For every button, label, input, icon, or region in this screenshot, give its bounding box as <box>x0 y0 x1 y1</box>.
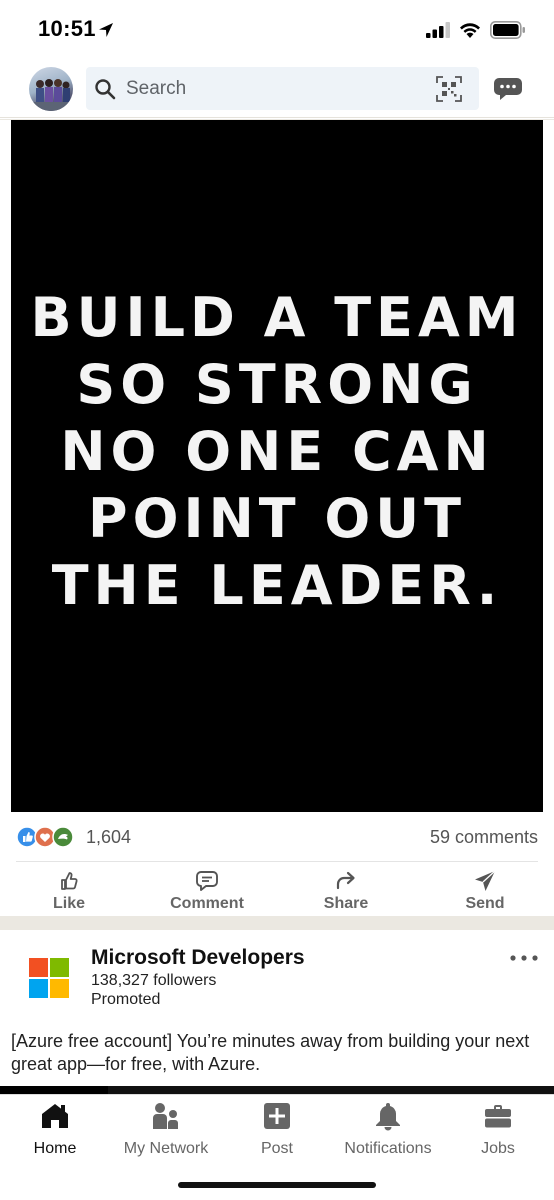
love-reaction-icon <box>34 826 56 848</box>
qr-code-icon[interactable] <box>436 76 462 102</box>
quote-line: SO STRONG <box>76 353 478 416</box>
home-indicator[interactable] <box>178 1182 376 1188</box>
logo-square-green <box>50 958 69 977</box>
comments-count[interactable]: 59 comments <box>430 827 538 848</box>
status-time: 10:51 <box>38 16 96 41</box>
logo-square-red <box>29 958 48 977</box>
messaging-icon[interactable] <box>493 76 523 102</box>
battery-icon <box>490 21 525 39</box>
promoted-label: Promoted <box>91 991 161 1008</box>
jobs-briefcase-icon <box>485 1105 511 1128</box>
post-image[interactable]: BUILD A TEAM SO STRONG NO ONE CAN POINT … <box>11 120 543 812</box>
company-name[interactable]: Microsoft Developers <box>91 946 305 970</box>
nav-notifications[interactable]: Notifications <box>333 1101 443 1161</box>
quote-line: POINT OUT <box>88 487 466 550</box>
support-reaction-icon <box>52 826 74 848</box>
ad-card: Microsoft Developers 138,327 followers P… <box>0 930 554 1094</box>
avatar[interactable] <box>29 67 73 111</box>
share-label: Share <box>323 895 369 912</box>
like-label: Like <box>52 895 85 912</box>
nav-my-network-label: My Network <box>123 1140 209 1157</box>
my-network-icon <box>153 1103 178 1129</box>
app-bar: Search <box>0 60 554 118</box>
logo-square-blue <box>29 979 48 998</box>
quote-text: BUILD A TEAM SO STRONG NO ONE CAN POINT … <box>11 284 543 619</box>
search-icon <box>95 79 116 100</box>
logo-square-yellow <box>50 979 69 998</box>
share-button[interactable]: Share <box>291 868 401 916</box>
status-bar: 10:51 <box>0 0 554 60</box>
nav-home[interactable]: Home <box>0 1101 110 1161</box>
location-arrow-icon <box>99 23 113 37</box>
social-counts: 1,604 59 comments <box>16 823 538 853</box>
nav-my-network[interactable]: My Network <box>111 1101 221 1161</box>
reaction-count[interactable]: 1,604 <box>86 827 131 848</box>
post-icon <box>264 1103 290 1129</box>
nav-post-label: Post <box>260 1140 293 1157</box>
wifi-icon <box>460 23 480 38</box>
nav-notifications-label: Notifications <box>344 1140 432 1157</box>
send-label: Send <box>465 895 505 912</box>
nav-jobs[interactable]: Jobs <box>443 1101 553 1161</box>
profile-photo <box>29 79 73 111</box>
cellular-signal-icon <box>426 22 450 38</box>
home-icon <box>42 1104 68 1128</box>
share-icon <box>336 871 355 890</box>
quote-line: THE LEADER. <box>51 554 503 617</box>
comment-icon <box>196 871 218 891</box>
quote-line: NO ONE CAN <box>60 420 494 483</box>
nav-home-label: Home <box>33 1140 77 1157</box>
post-actions: Like Comment Share Send <box>0 868 554 916</box>
quote-line: BUILD A TEAM <box>30 286 524 349</box>
comment-label: Comment <box>170 895 244 912</box>
send-button[interactable]: Send <box>430 868 540 916</box>
reaction-icons[interactable] <box>16 826 82 848</box>
send-icon <box>475 870 496 891</box>
comment-button[interactable]: Comment <box>152 868 262 916</box>
divider <box>16 861 538 862</box>
nav-jobs-label: Jobs <box>481 1140 515 1157</box>
microsoft-logo[interactable] <box>29 958 69 998</box>
like-icon <box>61 872 78 890</box>
like-button[interactable]: Like <box>14 868 124 916</box>
search-input[interactable]: Search <box>86 67 479 110</box>
search-placeholder: Search <box>126 78 187 99</box>
followers-count: 138,327 followers <box>91 972 217 989</box>
ad-description[interactable]: [Azure free account] You’re minutes away… <box>11 1030 546 1076</box>
like-reaction-icon <box>16 826 38 848</box>
nav-post[interactable]: Post <box>222 1101 332 1161</box>
notifications-bell-icon <box>376 1103 400 1131</box>
more-options-icon[interactable] <box>508 950 540 966</box>
post-card: BUILD A TEAM SO STRONG NO ONE CAN POINT … <box>0 120 554 916</box>
